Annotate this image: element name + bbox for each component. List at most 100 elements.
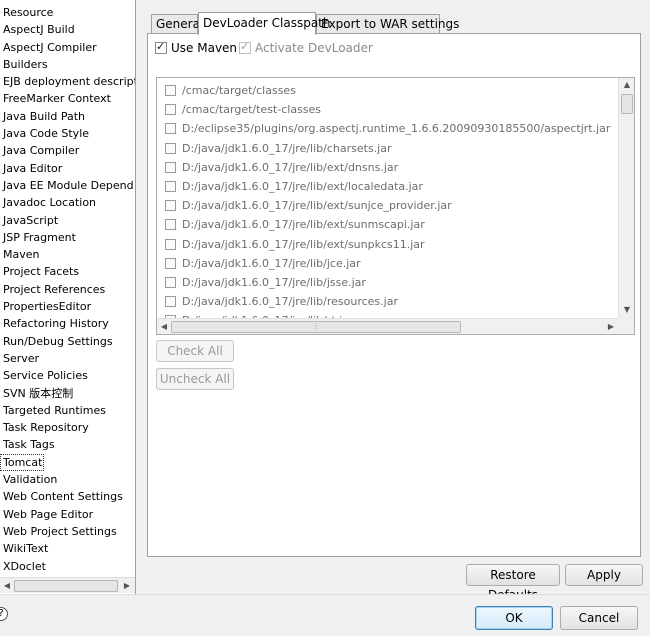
- list-item[interactable]: D:/java/jdk1.6.0_17/jre/lib/jsse.jar: [165, 273, 366, 292]
- tab-devloader-classpath[interactable]: DevLoader Classpath: [198, 12, 331, 35]
- apply-button[interactable]: Apply: [565, 564, 643, 586]
- list-item-label: /cmac/target/classes: [182, 84, 296, 97]
- tree-item[interactable]: XDoclet: [0, 558, 135, 575]
- list-item-label: D:/java/jdk1.6.0_17/jre/lib/ext/sunjce_p…: [182, 199, 452, 213]
- tree-list: Resource AspectJ Build AspectJ Compiler Bui…: [0, 4, 135, 575]
- tree-scroll-thumb[interactable]: [14, 580, 118, 592]
- list-item-checkbox[interactable]: [165, 161, 176, 173]
- list-horizontal-thumb[interactable]: ⦙: [171, 321, 461, 333]
- scroll-corner: [618, 318, 634, 334]
- tree-item[interactable]: Targeted Runtimes: [0, 402, 135, 419]
- tree-item[interactable]: Java Code Style: [0, 125, 135, 142]
- tree-item[interactable]: JSP Fragment: [0, 229, 135, 246]
- property-page-tree: Resource AspectJ Build AspectJ Compiler Bui…: [0, 0, 136, 594]
- classpath-list[interactable]: /cmac/target/classes/cmac/target/test-cl…: [156, 77, 635, 335]
- tree-item[interactable]: Maven: [0, 246, 135, 263]
- list-vertical-scrollbar[interactable]: ▲ ▼: [618, 78, 634, 318]
- tree-item[interactable]: PropertiesEditor: [0, 298, 135, 315]
- list-item[interactable]: D:/java/jdk1.6.0_17/jre/lib/ext/sunmscap…: [165, 215, 425, 234]
- tree-item[interactable]: EJB deployment descript: [0, 73, 135, 90]
- list-item[interactable]: /cmac/target/classes: [165, 81, 296, 100]
- list-item-checkbox[interactable]: [165, 296, 176, 308]
- list-item[interactable]: D:/java/jdk1.6.0_17/jre/lib/jce.jar: [165, 254, 361, 273]
- tree-item[interactable]: Java EE Module Depend: [0, 177, 135, 194]
- list-item-checkbox[interactable]: [165, 142, 176, 154]
- scroll-down-icon[interactable]: ▼: [621, 304, 633, 316]
- list-item[interactable]: D:/eclipse35/plugins/org.aspectj.runtime…: [165, 119, 610, 138]
- tree-item[interactable]: Java Build Path: [0, 108, 135, 125]
- tab-general[interactable]: General: [151, 14, 203, 34]
- activate-devloader-checkbox[interactable]: [239, 40, 251, 54]
- list-item-checkbox[interactable]: [165, 181, 176, 192]
- activate-devloader-label: Activate DevLoader: [255, 41, 373, 55]
- list-item-label: D:/java/jdk1.6.0_17/jre/lib/charsets.jar: [182, 141, 392, 155]
- check-all-button[interactable]: Check All: [156, 340, 234, 362]
- tree-item[interactable]: Builders: [0, 56, 135, 73]
- tree-item[interactable]: Run/Debug Settings: [0, 333, 135, 350]
- scroll-up-icon[interactable]: ▲: [621, 79, 633, 91]
- tree-item[interactable]: Java Compiler: [0, 142, 135, 159]
- list-item-checkbox[interactable]: [165, 257, 176, 269]
- list-scroll-right-icon[interactable]: ▶: [605, 321, 617, 333]
- tab-export-to-war-settings[interactable]: Export to WAR settings: [316, 14, 459, 34]
- list-item-label: D:/java/jdk1.6.0_17/jre/lib/resources.ja…: [182, 295, 398, 309]
- list-item-label: D:/java/jdk1.6.0_17/jre/lib/jce.jar: [182, 256, 361, 270]
- tree-item[interactable]: Resource: [0, 4, 135, 21]
- properties-dialog: Resource AspectJ Build AspectJ Compiler Bui…: [0, 0, 650, 636]
- list-item-checkbox[interactable]: [165, 104, 176, 116]
- tree-item[interactable]: Task Repository: [0, 419, 135, 436]
- list-scroll-left-icon[interactable]: ◀: [158, 321, 170, 333]
- uncheck-all-button[interactable]: Uncheck All: [156, 368, 234, 390]
- tree-item[interactable]: Web Project Settings: [0, 523, 135, 540]
- list-item[interactable]: /cmac/target/test-classes: [165, 100, 321, 119]
- tree-item[interactable]: Server: [0, 350, 135, 367]
- list-item-label: D:/java/jdk1.6.0_17/jre/lib/ext/sunmscap…: [182, 218, 425, 232]
- list-item-label: D:/java/jdk1.6.0_17/jre/lib/ext/localeda…: [182, 180, 423, 193]
- tree-item[interactable]: Project References: [0, 281, 135, 298]
- list-item[interactable]: D:/java/jdk1.6.0_17/jre/lib/ext/localeda…: [165, 177, 423, 196]
- list-item-label: D:/eclipse35/plugins/org.aspectj.runtime…: [182, 122, 611, 136]
- list-item[interactable]: D:/java/jdk1.6.0_17/jre/lib/charsets.jar: [165, 139, 392, 158]
- tree-item[interactable]: AspectJ Compiler: [0, 39, 135, 56]
- list-item-checkbox[interactable]: [165, 219, 176, 231]
- list-item-checkbox[interactable]: [165, 85, 176, 96]
- cancel-button[interactable]: Cancel: [560, 606, 638, 630]
- list-item[interactable]: D:/java/jdk1.6.0_17/jre/lib/ext/sunpkcs1…: [165, 235, 425, 254]
- tree-item[interactable]: JavaScript: [0, 212, 135, 229]
- list-vertical-thumb[interactable]: [621, 94, 633, 114]
- tree-item[interactable]: SVN 版本控制: [0, 385, 135, 402]
- list-item[interactable]: D:/java/jdk1.6.0_17/jre/lib/resources.ja…: [165, 292, 398, 311]
- tree-item[interactable]: Java Editor: [0, 160, 135, 177]
- list-item-checkbox[interactable]: [165, 123, 176, 135]
- tree-item[interactable]: Javadoc Location: [0, 194, 135, 211]
- list-item-checkbox[interactable]: [165, 238, 176, 250]
- list-item-checkbox[interactable]: [165, 200, 176, 212]
- scroll-left-icon[interactable]: ◀: [1, 580, 13, 592]
- tree-item[interactable]: Task Tags: [0, 436, 135, 453]
- tree-item[interactable]: FreeMarker Context: [0, 90, 135, 107]
- tree-item[interactable]: Web Page Editor: [0, 506, 135, 523]
- tree-item[interactable]: Service Policies: [0, 367, 135, 384]
- tree-item[interactable]: AspectJ Build: [0, 21, 135, 38]
- list-item-label: D:/java/jdk1.6.0_17/jre/lib/ext/sunpkcs1…: [182, 237, 425, 251]
- list-item-label: D:/java/jdk1.6.0_17/jre/lib/jsse.jar: [182, 276, 366, 289]
- activate-devloader-option[interactable]: Activate DevLoader: [239, 40, 373, 56]
- tree-horizontal-scrollbar[interactable]: ◀ ▶: [0, 577, 135, 593]
- tree-item[interactable]: Tomcat: [0, 453, 44, 472]
- use-maven-option[interactable]: Use Maven: [155, 40, 237, 56]
- tree-item[interactable]: Refactoring History: [0, 315, 135, 332]
- list-horizontal-scrollbar[interactable]: ◀ ⦙ ▶: [157, 318, 619, 334]
- list-item[interactable]: D:/java/jdk1.6.0_17/jre/lib/ext/sunjce_p…: [165, 196, 452, 215]
- tree-item[interactable]: Validation: [0, 471, 135, 488]
- list-item-checkbox[interactable]: [165, 277, 176, 288]
- list-item[interactable]: D:/java/jdk1.6.0_17/jre/lib/ext/dnsns.ja…: [165, 158, 398, 177]
- scroll-right-icon[interactable]: ▶: [121, 580, 133, 592]
- use-maven-checkbox[interactable]: [155, 40, 167, 54]
- tree-item[interactable]: Project Facets: [0, 263, 135, 280]
- ok-button[interactable]: OK: [475, 606, 553, 630]
- tree-item[interactable]: WikiText: [0, 540, 135, 557]
- tree-item[interactable]: Web Content Settings: [0, 488, 135, 505]
- restore-defaults-button[interactable]: Restore Defaults: [466, 564, 560, 602]
- devloader-classpath-panel: Use Maven Activate DevLoader /cmac/targe…: [147, 33, 641, 557]
- grip-icon: ⦙: [315, 322, 317, 331]
